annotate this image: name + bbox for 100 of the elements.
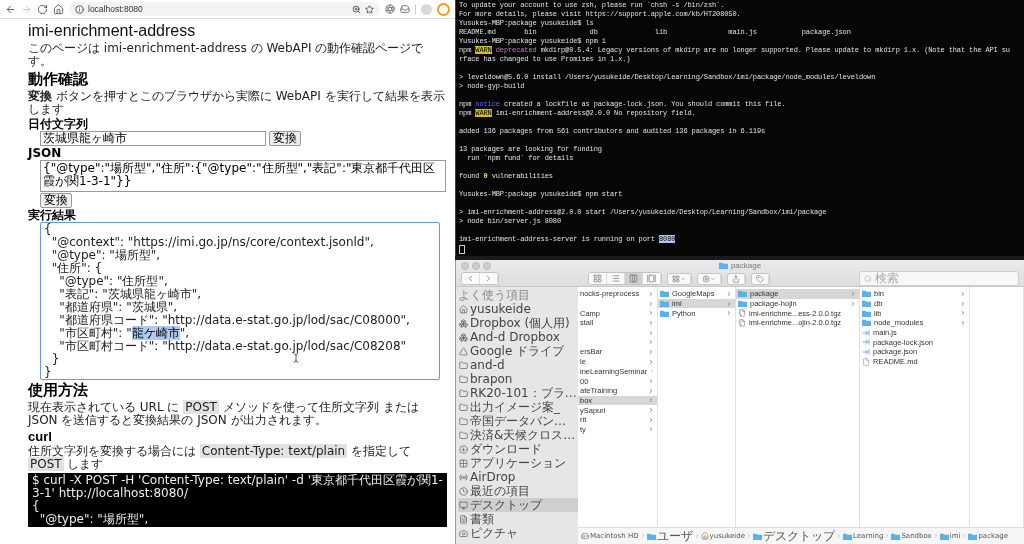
share-button[interactable] [728, 273, 745, 284]
settings-button[interactable] [698, 273, 721, 284]
sidebar-label: and-d [470, 358, 505, 372]
view-button[interactable] [589, 273, 607, 284]
clock-icon [459, 486, 468, 496]
download-icon [459, 444, 468, 454]
search-placeholder: 検索 [875, 272, 899, 285]
folder-icon [753, 532, 763, 540]
sidebar-item[interactable]: brapon [458, 372, 578, 386]
inbox-icon[interactable] [400, 4, 410, 14]
sidebar-item[interactable]: Dropbox (個人用) [458, 316, 578, 330]
usage-text: 現在表示されている URL に POST メソッドを使って住所文字列 または JSON を送信すると変換結果の JSON が出力されます。 [28, 401, 420, 427]
sidebar-label: brapon [470, 372, 513, 386]
group-button[interactable] [668, 273, 691, 284]
page-title: imi-enrichment-address [28, 21, 197, 40]
intro-text: このページは imi-enrichment-address の WebAPI の動作確認ページです。 [28, 42, 425, 68]
caret-icon [680, 275, 686, 282]
instruction-text: 変換 ボタンを押すとこのブラウザから実際に WebAPI を実行して結果を表示します [28, 90, 446, 116]
field-label: JSON [28, 147, 63, 160]
field-label: 実行結果 [28, 209, 77, 222]
sidebar-heading: よく使う項目 [458, 288, 531, 302]
folder-icon [459, 388, 468, 398]
sidebar-label: And-d Dropbox [470, 330, 560, 344]
address-bar[interactable]: localhost:8080 [69, 2, 380, 16]
curl-text: 住所文字列を変換する場合には Content-Type: text/plain を指定して POST します [28, 445, 412, 471]
view-icon [611, 274, 620, 283]
sidebar-item[interactable]: デスクトップ [458, 498, 578, 512]
sidebar-item[interactable]: 最近の項目 [458, 484, 578, 498]
section-heading: 動作確認 [28, 70, 89, 88]
folder-icon [891, 532, 901, 540]
back-button[interactable] [5, 3, 16, 15]
triangle-icon [459, 346, 468, 356]
folder-icon [939, 532, 949, 540]
sidebar-item[interactable]: And-d Dropbox [458, 330, 578, 344]
home-button[interactable] [53, 3, 64, 15]
home-icon [459, 304, 468, 314]
chevron-icon [836, 533, 843, 539]
boxes-icon [459, 318, 468, 328]
result-textarea[interactable]: { "@context": "https://imi.go.jp/ns/core/context.jsonld", "@type": "場所型", "住所": { "@type": "住所型", "表記": "茨城県龍ヶ崎市", "都道府県": "茨城県", "都道府県コード": "http://data.e-stat.go.jp/lod/sac/C08000", "市区町村": "龍ケ崎市", "市区町村コード": "http://data.e-stat.go.jp/lod/sac/C08208" } } [40, 222, 440, 380]
sidebar-label: Google ドライブ [470, 344, 565, 358]
caret-icon [710, 275, 716, 282]
reload-button[interactable] [37, 3, 48, 15]
zoom-icon[interactable] [352, 4, 361, 14]
sidebar-label: 書類 [470, 512, 494, 526]
ring-icon[interactable] [437, 2, 450, 16]
extension-icon[interactable] [385, 4, 395, 14]
folder-icon [459, 402, 468, 412]
sidebar-item[interactable]: 出力イメージ案_ [458, 400, 578, 414]
tag-icon [756, 274, 764, 283]
folder-icon [459, 430, 468, 440]
file-icon [862, 357, 870, 366]
sidebar-label: アプリケーション [470, 456, 566, 470]
chevron-icon [639, 533, 646, 539]
view-button[interactable] [625, 273, 643, 284]
folder-icon [459, 360, 468, 370]
home-icon [53, 3, 64, 15]
json-textarea[interactable]: {"@type":"場所型","住所":{"@type":"住所型","表記":"東京都千代田区霞が関1-3-1"}} [40, 160, 446, 192]
forward-icon [21, 3, 32, 15]
share-icon [732, 274, 740, 283]
search-icon [864, 274, 872, 283]
folder-icon [843, 532, 853, 540]
sidebar-item[interactable]: ピクチャ [458, 526, 578, 540]
sidebar-item[interactable]: AirDrop [458, 470, 578, 484]
sidebar-label: 最近の項目 [470, 484, 530, 498]
text-selection: 龍ケ崎市 [131, 326, 180, 340]
convert-button[interactable]: 変換 [269, 131, 301, 146]
sidebar-item[interactable]: アプリケーション [458, 456, 578, 470]
sidebar-item[interactable]: 帝国データバン… [458, 414, 578, 428]
sidebar-label: ピクチャ [470, 526, 518, 540]
chevron-left-icon [466, 274, 475, 283]
sidebar-label: デスクトップ [470, 498, 542, 512]
view-icon [647, 274, 656, 283]
tag-button[interactable] [752, 273, 769, 284]
sidebar-item[interactable]: yusukeide [458, 302, 578, 316]
back-icon [5, 3, 16, 15]
sidebar-item[interactable]: 書類 [458, 512, 578, 526]
path-item[interactable]: ユーザ [656, 527, 693, 544]
sidebar-item[interactable]: Google ドライブ [458, 344, 578, 358]
sidebar-item[interactable]: ダウンロード [458, 442, 578, 456]
field-label: 日付文字列 [28, 118, 89, 131]
folder-icon [646, 532, 656, 540]
sidebar-item[interactable]: and-d [458, 358, 578, 372]
sidebar-label: 帝国データバン… [470, 414, 566, 428]
subsection-heading: curl [28, 429, 53, 444]
section-heading: 使用方法 [28, 381, 89, 399]
window-title: package [730, 261, 762, 270]
path-item[interactable]: デスクトップ [763, 527, 836, 544]
avatar-icon[interactable] [421, 3, 432, 15]
disk-icon [581, 532, 589, 540]
convert-button[interactable]: 変換 [40, 193, 72, 208]
star-icon[interactable] [365, 4, 374, 14]
info-icon [75, 4, 84, 14]
sidebar-label: 出力イメージ案_ [470, 400, 560, 414]
address-input[interactable]: 茨城県龍ヶ崎市 [40, 131, 266, 146]
folder-icon [968, 532, 978, 540]
camera-icon [459, 528, 468, 538]
chevron-icon [961, 533, 968, 539]
sidebar-label: yusukeide [470, 302, 531, 316]
grid-icon [672, 274, 680, 283]
chevron-icon [693, 533, 700, 539]
